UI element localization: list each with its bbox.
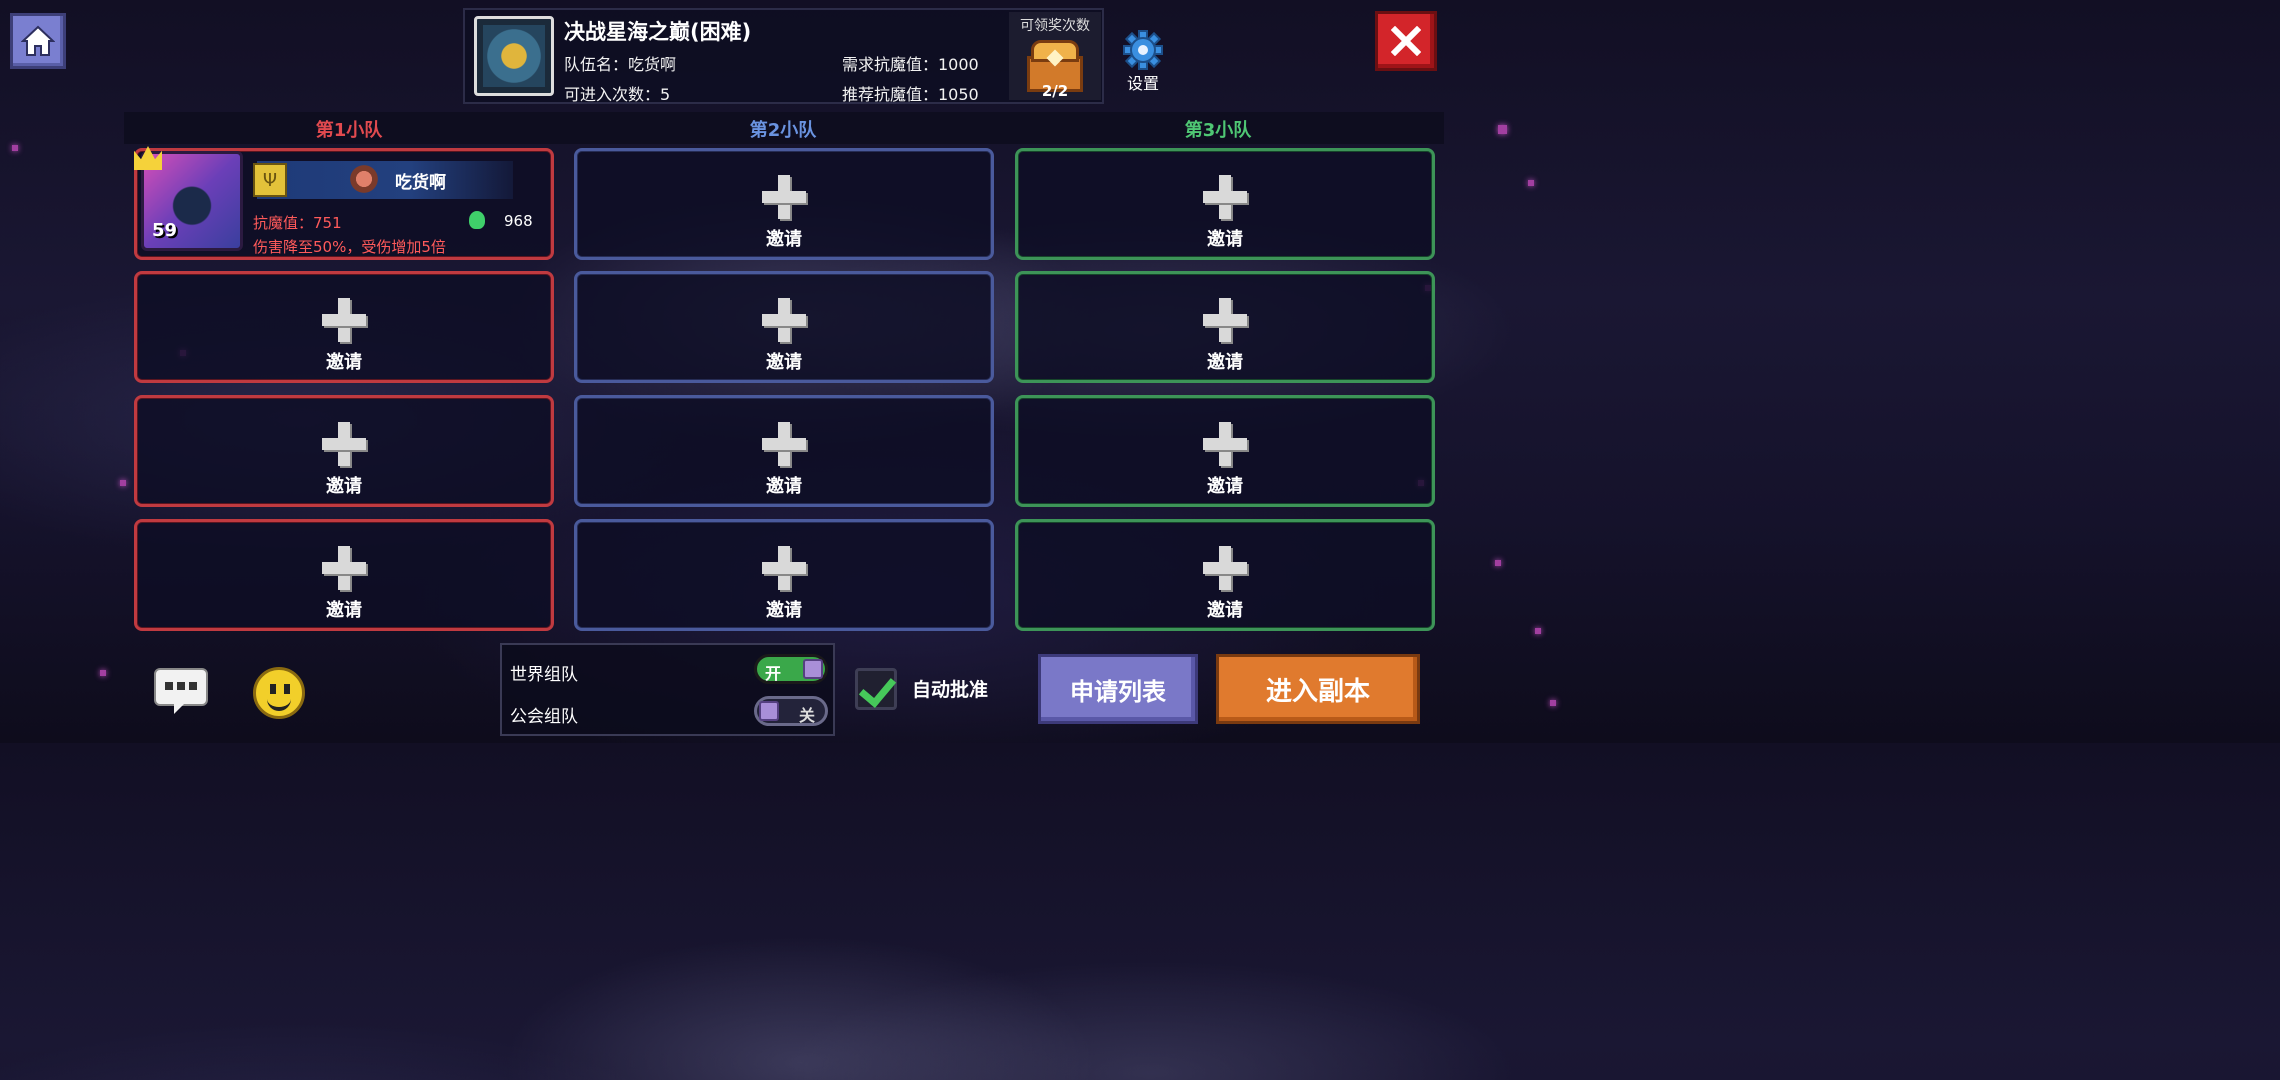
reward-count: 2/2 <box>1041 82 1069 100</box>
entries-left: 可进入次数：5 <box>564 85 671 104</box>
plus-icon <box>762 546 806 590</box>
settings-button[interactable]: 设置 <box>1118 30 1168 94</box>
close-button[interactable] <box>1375 11 1437 71</box>
close-icon <box>1391 26 1421 56</box>
invite-label: 邀请 <box>326 476 362 497</box>
invite-slot[interactable]: 邀请 <box>1015 519 1435 631</box>
invite-label: 邀请 <box>766 600 802 621</box>
plus-icon <box>1203 546 1247 590</box>
invite-label: 邀请 <box>1207 229 1243 250</box>
dungeon-icon <box>474 16 554 96</box>
member-avatar <box>348 163 380 195</box>
invite-slot[interactable]: 邀请 <box>134 271 554 383</box>
apply-list-button[interactable]: 申请列表 <box>1038 654 1198 724</box>
invite-slot[interactable]: 邀请 <box>134 519 554 631</box>
invite-slot[interactable]: 邀请 <box>1015 148 1435 260</box>
team-3-title: 第3小队 <box>1184 120 1252 141</box>
invite-label: 邀请 <box>766 476 802 497</box>
invite-slot[interactable]: 邀请 <box>1015 395 1435 507</box>
invite-slot[interactable]: 邀请 <box>574 148 994 260</box>
team-1-title: 第1小队 <box>315 120 383 141</box>
plus-icon <box>762 175 806 219</box>
plus-icon <box>1203 298 1247 342</box>
plus-icon <box>762 422 806 466</box>
member-name-bar <box>257 161 513 199</box>
enter-dungeon-button[interactable]: 进入副本 <box>1216 654 1420 724</box>
world-team-toggle[interactable]: 开 <box>754 654 828 684</box>
checkmark-icon <box>858 669 897 708</box>
world-team-label: 世界组队 <box>510 665 578 685</box>
hero-level: 59 <box>152 220 178 241</box>
member-resist: 抗魔值：751 <box>253 214 342 232</box>
invite-label: 邀请 <box>326 352 362 373</box>
required-resist: 需求抗魔值：1000 <box>842 55 979 74</box>
world-team-state: 开 <box>765 664 782 683</box>
power-gem-icon <box>469 211 485 229</box>
plus-icon <box>1203 422 1247 466</box>
plus-icon <box>762 298 806 342</box>
guild-team-label: 公会组队 <box>510 707 578 727</box>
auto-approve-label: 自动批准 <box>912 679 989 701</box>
invite-slot[interactable]: 邀请 <box>1015 271 1435 383</box>
dungeon-info-panel: 决战星海之巅(困难) 队伍名：吃货啊 可进入次数：5 需求抗魔值：1000 推荐… <box>463 8 1104 104</box>
recommended-resist: 推荐抗魔值：1050 <box>842 85 979 104</box>
invite-label: 邀请 <box>766 229 802 250</box>
team-name: 队伍名：吃货啊 <box>564 55 677 74</box>
member-name: 吃货啊 <box>395 173 446 193</box>
invite-slot[interactable]: 邀请 <box>574 271 994 383</box>
invite-label: 邀请 <box>1207 476 1243 497</box>
invite-label: 邀请 <box>1207 600 1243 621</box>
plus-icon <box>1203 175 1247 219</box>
gear-icon <box>1123 30 1163 70</box>
home-icon <box>21 25 55 56</box>
invite-slot[interactable]: 邀请 <box>574 395 994 507</box>
invite-label: 邀请 <box>766 352 802 373</box>
smiley-icon[interactable] <box>253 667 305 719</box>
guild-team-state: 关 <box>798 706 815 725</box>
invite-label: 邀请 <box>1207 352 1243 373</box>
plus-icon <box>322 422 366 466</box>
auto-approve-checkbox[interactable] <box>855 668 897 710</box>
team-toggle-panel: 世界组队 开 公会组队 关 <box>500 643 835 736</box>
reward-box[interactable]: 可领奖次数 2/2 <box>1009 12 1101 100</box>
plus-icon <box>322 546 366 590</box>
member-power: 968 <box>504 212 533 230</box>
invite-slot[interactable]: 邀请 <box>134 395 554 507</box>
guild-team-toggle[interactable]: 关 <box>754 696 828 726</box>
dungeon-title: 决战星海之巅(困难) <box>564 20 752 44</box>
team-2-title: 第2小队 <box>749 120 817 141</box>
member-debuff: 伤害降至50%，受伤增加5倍 <box>253 238 446 256</box>
invite-slot[interactable]: 邀请 <box>574 519 994 631</box>
trident-icon: Ψ <box>253 163 287 197</box>
plus-icon <box>322 298 366 342</box>
home-button[interactable] <box>10 13 66 69</box>
chat-bubble-icon[interactable] <box>154 668 208 714</box>
invite-label: 邀请 <box>326 600 362 621</box>
settings-label: 设置 <box>1126 74 1159 93</box>
reward-label: 可领奖次数 <box>1020 18 1090 34</box>
